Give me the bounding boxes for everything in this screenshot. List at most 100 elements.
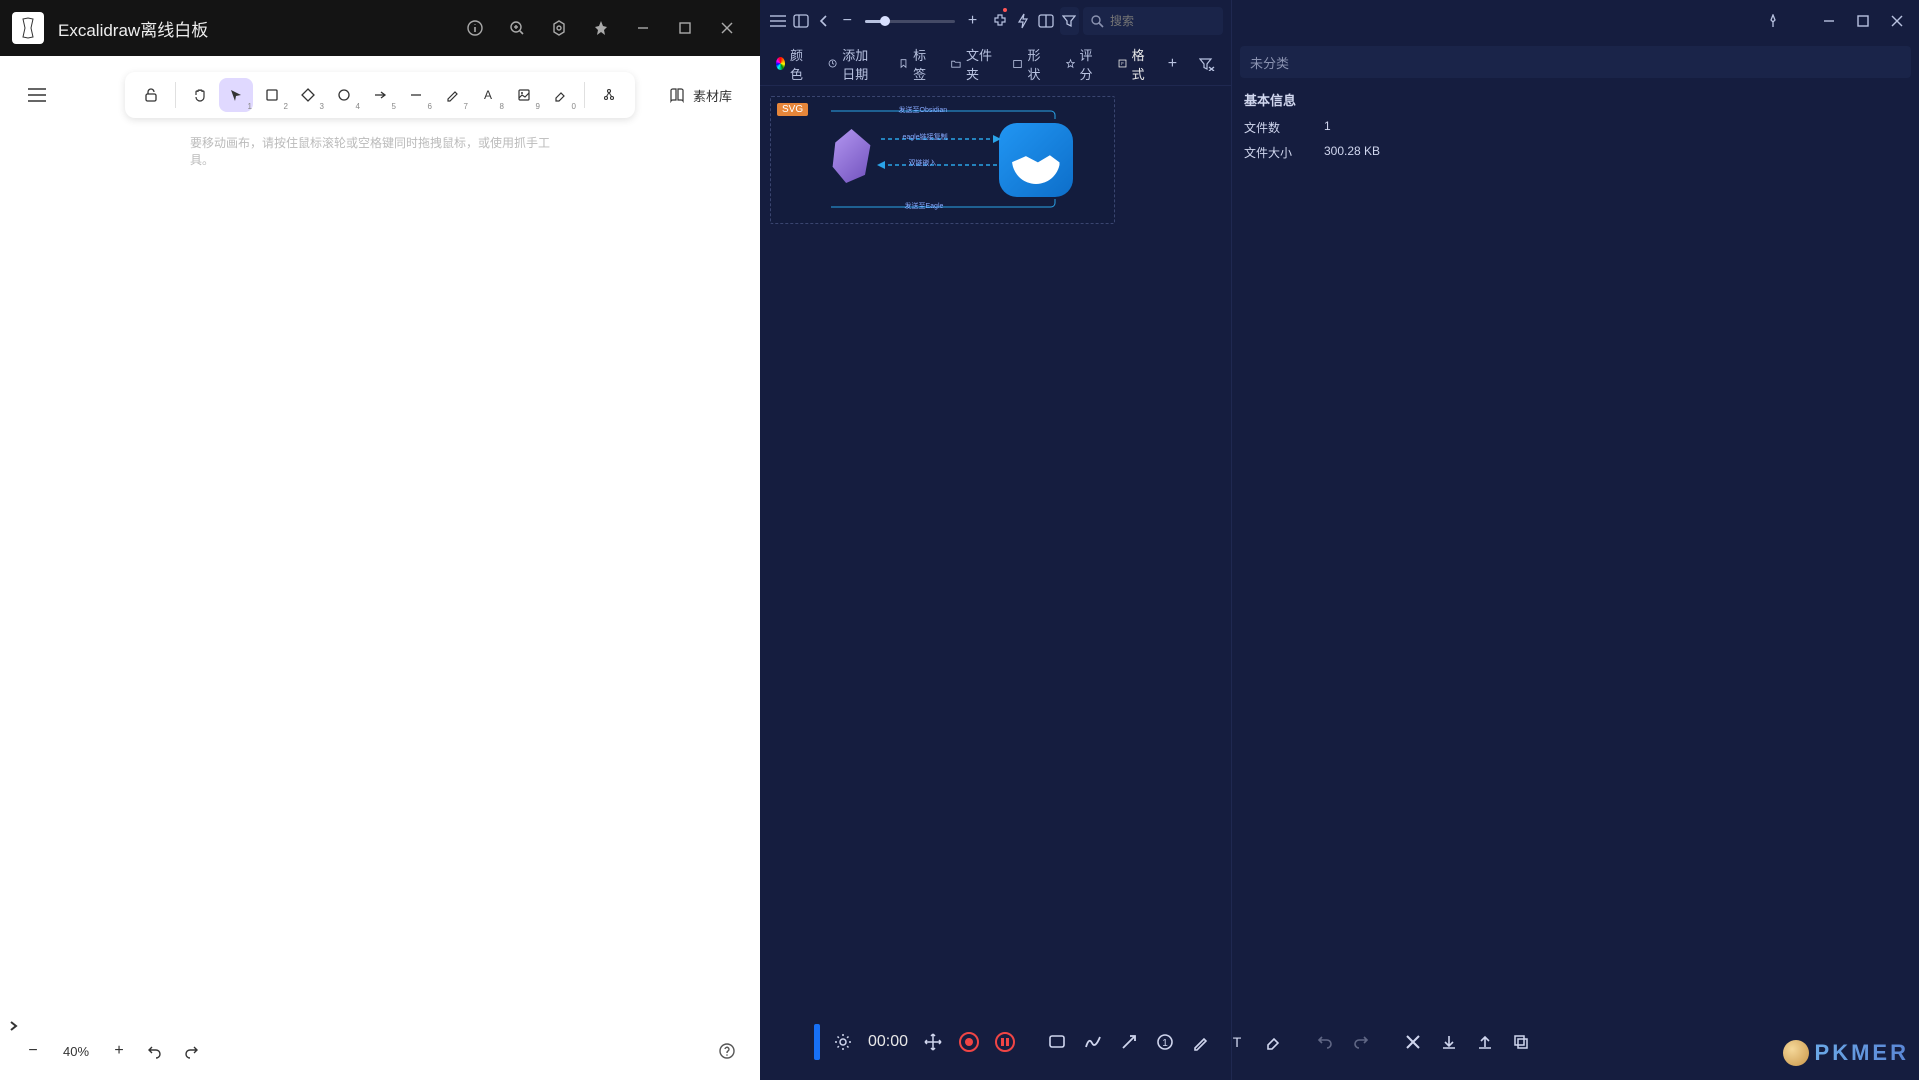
tab-add[interactable]: + xyxy=(1162,49,1183,79)
asset-thumbnail[interactable]: SVG 发送至Obsidian eagle链接复制 双链嵌入 发送至Eagle xyxy=(770,96,1115,224)
tab-folder[interactable]: 文件夹 xyxy=(943,49,1001,79)
redo-button[interactable] xyxy=(176,1036,206,1066)
zoom-out-button[interactable]: − xyxy=(18,1036,48,1066)
separator xyxy=(584,82,585,108)
shape-icon xyxy=(1013,58,1022,70)
undo-annot-icon[interactable] xyxy=(1308,1025,1342,1059)
close-annot-icon[interactable] xyxy=(1396,1025,1430,1059)
pin-icon[interactable] xyxy=(1759,7,1787,35)
move-icon[interactable] xyxy=(916,1025,950,1059)
diagram-preview: 发送至Obsidian eagle链接复制 双链嵌入 发送至Eagle xyxy=(793,105,1093,215)
globe-icon xyxy=(1783,1040,1809,1066)
eraser-annot-icon[interactable] xyxy=(1256,1025,1290,1059)
layout-icon[interactable] xyxy=(1037,7,1056,35)
tab-format[interactable]: F格式 xyxy=(1110,49,1158,79)
zoom-controls: − 40% + xyxy=(18,1036,206,1066)
ellipse-tool[interactable]: 4 xyxy=(327,78,361,112)
undo-button[interactable] xyxy=(140,1036,170,1066)
record-button[interactable] xyxy=(952,1025,986,1059)
search-input[interactable] xyxy=(1110,14,1210,28)
pen-icon[interactable] xyxy=(1184,1025,1218,1059)
zoom-level[interactable]: 40% xyxy=(54,1036,98,1066)
help-icon[interactable] xyxy=(712,1036,742,1066)
hand-tool[interactable] xyxy=(183,78,217,112)
hamburger-menu-icon[interactable] xyxy=(16,74,58,116)
arrow-tool[interactable]: 5 xyxy=(363,78,397,112)
minimize-button[interactable] xyxy=(622,7,664,49)
svg-text:1: 1 xyxy=(1162,1038,1168,1049)
lock-tool[interactable] xyxy=(134,78,168,112)
maximize-button[interactable] xyxy=(664,7,706,49)
drag-handle[interactable] xyxy=(814,1024,820,1060)
eagle-app-icon xyxy=(999,123,1073,197)
extension-icon[interactable] xyxy=(990,7,1009,35)
minimize-button[interactable] xyxy=(1815,7,1843,35)
library-button[interactable]: 素材库 xyxy=(657,74,744,116)
tab-date[interactable]: 添加日期 xyxy=(820,49,887,79)
eraser-tool[interactable]: 0 xyxy=(543,78,577,112)
pause-button[interactable] xyxy=(988,1025,1022,1059)
search-icon xyxy=(1091,15,1104,28)
tab-color[interactable]: 颜色 xyxy=(768,49,816,79)
excalidraw-window: Excalidraw离线白板 1 2 3 4 5 6 7 A8 9 0 xyxy=(0,0,760,1080)
close-button[interactable] xyxy=(706,7,748,49)
back-icon[interactable] xyxy=(814,7,833,35)
sidepanel-category[interactable]: 未分类 xyxy=(1240,46,1911,78)
watermark-text: PKMER xyxy=(1815,1040,1909,1066)
recording-timer: 00:00 xyxy=(868,1033,908,1051)
thumb-plus-icon[interactable]: + xyxy=(963,7,982,35)
filter-tabs: 颜色 添加日期 标签 文件夹 形状 评分 F格式 + xyxy=(760,42,1231,86)
info-icon[interactable] xyxy=(454,7,496,49)
menu-icon[interactable] xyxy=(768,7,787,35)
excalidraw-canvas[interactable]: 1 2 3 4 5 6 7 A8 9 0 素材库 要移动画布，请按住鼠标滚轮或空… xyxy=(0,56,760,1080)
rectangle-tool[interactable]: 2 xyxy=(255,78,289,112)
pin-icon[interactable] xyxy=(580,7,622,49)
obsidian-icon xyxy=(825,129,879,183)
select-tool[interactable]: 1 xyxy=(219,78,253,112)
copy-icon[interactable] xyxy=(1504,1025,1538,1059)
thumb-size-slider[interactable] xyxy=(865,20,955,23)
maximize-button[interactable] xyxy=(1849,7,1877,35)
info-row-filecount: 文件数 1 xyxy=(1244,119,1907,136)
text-annot-icon[interactable]: T xyxy=(1220,1025,1254,1059)
shape-rect-icon[interactable] xyxy=(1040,1025,1074,1059)
diamond-tool[interactable]: 3 xyxy=(291,78,325,112)
pencil-tool[interactable]: 7 xyxy=(435,78,469,112)
settings-icon[interactable] xyxy=(538,7,580,49)
download-icon[interactable] xyxy=(1432,1025,1466,1059)
arrow-annot-icon[interactable] xyxy=(1112,1025,1146,1059)
freehand-icon[interactable] xyxy=(1076,1025,1110,1059)
sidebar-toggle-icon[interactable] xyxy=(791,7,810,35)
book-icon xyxy=(669,87,685,103)
svg-text:T: T xyxy=(1233,1034,1242,1050)
eagle-content[interactable]: SVG 发送至Obsidian eagle链接复制 双链嵌入 发送至Eagle xyxy=(760,86,1231,1080)
line-tool[interactable]: 6 xyxy=(399,78,433,112)
eagle-window: − + 颜色 添加日期 标签 文件夹 形状 评分 F格式 + SVG xyxy=(760,0,1231,1080)
excalidraw-logo-icon xyxy=(12,12,44,44)
close-button[interactable] xyxy=(1883,7,1911,35)
tab-rating[interactable]: 评分 xyxy=(1058,49,1106,79)
bolt-icon[interactable] xyxy=(1013,7,1032,35)
folder-icon xyxy=(951,58,961,70)
zoom-in-button[interactable]: + xyxy=(104,1036,134,1066)
search-box[interactable] xyxy=(1083,7,1223,35)
number-icon[interactable]: 1 xyxy=(1148,1025,1182,1059)
clock-icon xyxy=(828,57,837,70)
section-title: 基本信息 xyxy=(1244,90,1907,109)
zoom-icon[interactable] xyxy=(496,7,538,49)
tab-clear-filter-icon[interactable] xyxy=(1191,49,1223,79)
upload-icon[interactable] xyxy=(1468,1025,1502,1059)
thumb-minus-icon[interactable]: − xyxy=(838,7,857,35)
image-tool[interactable]: 9 xyxy=(507,78,541,112)
library-label: 素材库 xyxy=(693,86,732,105)
filter-icon[interactable] xyxy=(1060,7,1079,35)
more-tools[interactable] xyxy=(592,78,626,112)
tab-tag[interactable]: 标签 xyxy=(891,49,939,79)
text-tool[interactable]: A8 xyxy=(471,78,505,112)
tab-shape[interactable]: 形状 xyxy=(1005,49,1053,79)
svg-text:F: F xyxy=(1121,61,1124,66)
excalidraw-toolbar: 1 2 3 4 5 6 7 A8 9 0 xyxy=(125,72,635,118)
gear-icon[interactable] xyxy=(826,1025,860,1059)
recording-toolbar: 00:00 1 T xyxy=(814,1020,1538,1064)
redo-annot-icon[interactable] xyxy=(1344,1025,1378,1059)
